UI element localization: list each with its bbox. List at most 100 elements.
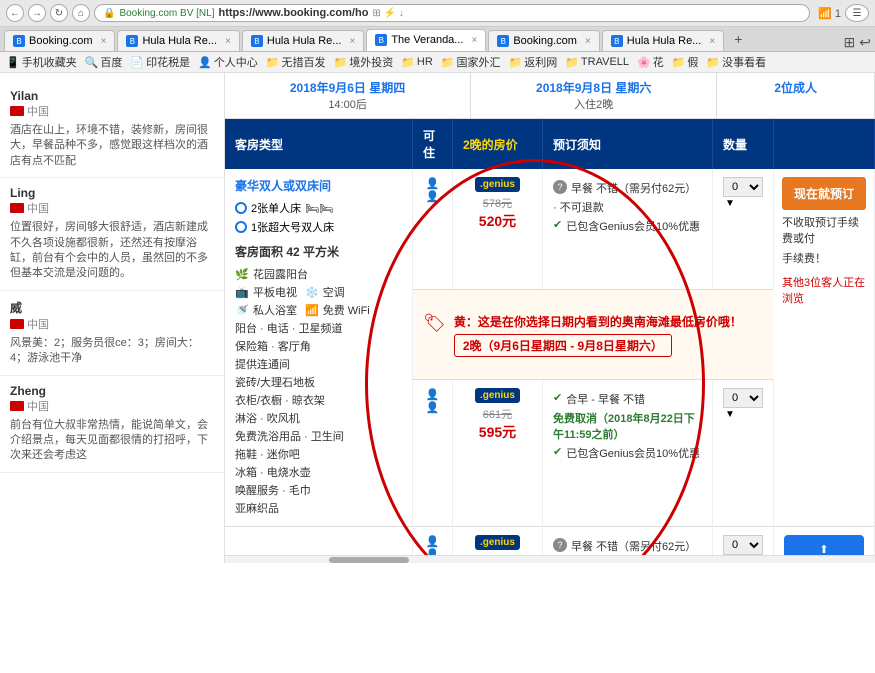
amenity-garden-text: 花园露阳台 — [253, 266, 308, 282]
qty-select-3[interactable]: 0123 — [723, 535, 763, 555]
bookmark-flower[interactable]: 🌸 花 — [637, 54, 664, 70]
bookmark-misc[interactable]: 📁 没事看看 — [706, 54, 766, 70]
scrollbar[interactable] — [225, 555, 875, 563]
original-price-1: 578元 — [463, 195, 532, 211]
review-item: Yilan 中国 酒店在山上，环境不错，装修新，房间很大，早餐品种不多，感觉跟这… — [0, 81, 224, 178]
bookmark-baidu[interactable]: 🔍 百度 — [85, 54, 123, 70]
bed-option-2[interactable]: 1张超大号双人床 — [235, 219, 402, 235]
nights-label: 入住2晚 — [483, 96, 704, 112]
action-cell-3: ⬆ 分享 📝 网站反馈 — [773, 527, 874, 556]
viewing-text: 其他3位客人正在浏览 — [782, 274, 866, 306]
col-booking-info: 预订须知 — [542, 119, 712, 169]
flag-icon — [10, 203, 24, 213]
table-container[interactable]: 客房类型 可住 2晚的房价 预订须知 数量 豪华双人或双床间 — [225, 119, 875, 555]
flag-icon — [10, 319, 24, 329]
bookmark-personal[interactable]: 👤 个人中心 — [198, 54, 258, 70]
check-icon-3: ✔ — [553, 445, 562, 458]
forward-button[interactable]: → — [28, 4, 46, 22]
bookmarks-bar: 📱 手机收藏夹 🔍 百度 📄 印花税是 👤 个人中心 📁 无措百发 📁 境外投资… — [0, 52, 875, 73]
tab-favicon-3: B — [251, 35, 263, 47]
qty-cell-1: 0123 ▼ — [712, 169, 773, 290]
address-bar[interactable]: 🔒 Booking.com BV [NL] https://www.bookin… — [94, 4, 810, 22]
bookmark-forex[interactable]: 📁 国家外汇 — [441, 54, 501, 70]
qty-cell-2: 0123 ▼ — [712, 380, 773, 527]
radio-icon — [235, 202, 247, 214]
amenity-misc1-text: 阳台 · 电话 · 卫星频道 — [235, 320, 343, 336]
tab-label-1: Booking.com — [29, 35, 93, 47]
amenity-list: 🌿 花园露阳台 📺 平板电视 ❄️ 空调 � — [235, 266, 402, 516]
bed-icons: 🛏🛏 — [305, 202, 333, 215]
booking-info-cell-2: ✔ 合早 - 早餐 不错 免费取消（2018年8月22日下午11:59之前） ✔… — [542, 380, 712, 527]
wifi-amenity-icon: 📶 — [305, 304, 319, 317]
url-suffix: ⊞ ⚡ ↓ — [372, 8, 403, 19]
info-item-2: · 不可退款 — [553, 199, 702, 215]
info-item-7: ? 早餐 不错（需另付62元） — [553, 538, 702, 554]
tab-dropdown[interactable]: ⊞ — [844, 34, 856, 51]
bookmark-tax[interactable]: 📄 印花税是 — [130, 54, 190, 70]
tab-close-2[interactable]: × — [225, 36, 231, 47]
tab-hula3[interactable]: B Hula Hula Re... × — [602, 30, 724, 51]
bookmark-phone[interactable]: 📱 手机收藏夹 — [6, 54, 77, 70]
tab-booking2[interactable]: B Booking.com × — [488, 30, 599, 51]
guests-col: 2位成人 — [717, 73, 875, 118]
refresh-button[interactable]: ↻ — [50, 4, 68, 22]
checkout-date: 2018年9月8日 星期六 — [483, 79, 704, 96]
info-item-4: ✔ 合早 - 早餐 不错 — [553, 391, 702, 407]
free-cancel-1: 免费取消（2018年8月22日下午11:59之前） — [553, 410, 702, 442]
ssl-icon: 🔒 — [103, 8, 115, 19]
info-item-6: ✔ 已包含Genius会员10%优惠 — [553, 445, 702, 461]
bath-icon: 🚿 — [235, 304, 249, 317]
tab-undo[interactable]: ↩ — [859, 34, 871, 51]
tab-close-1[interactable]: × — [101, 36, 107, 47]
bookmark-cashback[interactable]: 📁 返利网 — [509, 54, 558, 70]
room-details-cell-3 — [225, 527, 412, 556]
amenity-bath-text: 私人浴室 — [253, 302, 297, 318]
dates-header: 2018年9月6日 星期四 14:00后 2018年9月8日 星期六 入住2晚 … — [225, 73, 875, 119]
tab-hula2[interactable]: B Hula Hula Re... × — [242, 30, 364, 51]
tab-close-5[interactable]: × — [585, 36, 591, 47]
amenity-misc5: 衣柜/衣橱 · 晾衣架 — [235, 392, 402, 408]
amenity-misc9-text: 冰箱 · 电烧水壶 — [235, 464, 311, 480]
bookmark-invest[interactable]: 📁 境外投资 — [334, 54, 394, 70]
bookmark-holiday[interactable]: 📁 假 — [672, 54, 699, 70]
table-header: 客房类型 可住 2晚的房价 预订须知 数量 — [225, 119, 875, 169]
bookmark-hr[interactable]: 📁 HR — [401, 56, 433, 69]
tab-close-6[interactable]: × — [709, 36, 715, 47]
home-button[interactable]: ⌂ — [72, 4, 90, 22]
tab-label-4: The Veranda... — [391, 34, 463, 46]
share-button[interactable]: ⬆ 分享 — [784, 535, 864, 555]
new-tab-button[interactable]: + — [726, 27, 750, 51]
checkin-sub: 14:00后 — [237, 96, 458, 112]
radio-icon-2 — [235, 221, 247, 233]
bed-options: 2张单人床 🛏🛏 1张超大号双人床 — [235, 200, 402, 235]
bookmark-travel[interactable]: 📁 TRAVELL — [565, 56, 629, 69]
bookmark-baifa[interactable]: 📁 无措百发 — [266, 54, 326, 70]
tab-close-4[interactable]: × — [471, 35, 477, 46]
amenity-tv-text: 平板电视 — [253, 284, 297, 300]
url-display: https://www.booking.com/ho — [219, 7, 369, 19]
info-item-3: ✔ 已包含Genius会员10%优惠 — [553, 218, 702, 234]
room-name[interactable]: 豪华双人或双床间 — [235, 177, 402, 194]
tab-hula1[interactable]: B Hula Hula Re... × — [117, 30, 239, 51]
amenity-ac-text: 空调 — [323, 284, 345, 300]
reviewer-country: 中国 — [10, 103, 214, 119]
bed-option-1[interactable]: 2张单人床 🛏🛏 — [235, 200, 402, 216]
info-icon-7: ? — [553, 538, 567, 552]
review-item: 威 中国 风景美：2；服务员很ce：3；房间大：4；游泳池干净 — [0, 291, 224, 376]
qty-select-1[interactable]: 0123 — [723, 177, 763, 197]
amenity-misc9: 冰箱 · 电烧水壶 — [235, 464, 402, 480]
original-price-3: 682元 — [463, 553, 532, 555]
tab-close-3[interactable]: × — [349, 36, 355, 47]
qty-select-2[interactable]: 0123 — [723, 388, 763, 408]
reviewer-name: Ling — [10, 186, 214, 200]
amenity-misc4: 瓷砖/大理石地板 — [235, 374, 402, 390]
tab-veranda[interactable]: B The Veranda... × — [366, 29, 486, 51]
menu-button[interactable]: ☰ — [845, 4, 869, 22]
book-now-button[interactable]: 现在就预订 — [782, 177, 866, 210]
scrollbar-thumb[interactable] — [329, 557, 409, 563]
info-text-4: 合早 - 早餐 不错 — [566, 391, 645, 407]
back-button[interactable]: ← — [6, 4, 24, 22]
review-text: 风景美：2；服务员很ce：3；房间大：4；游泳池干净 — [10, 336, 214, 367]
tab-booking1[interactable]: B Booking.com × — [4, 30, 115, 51]
amenity-misc10: 唤醒服务 · 毛巾 — [235, 482, 402, 498]
